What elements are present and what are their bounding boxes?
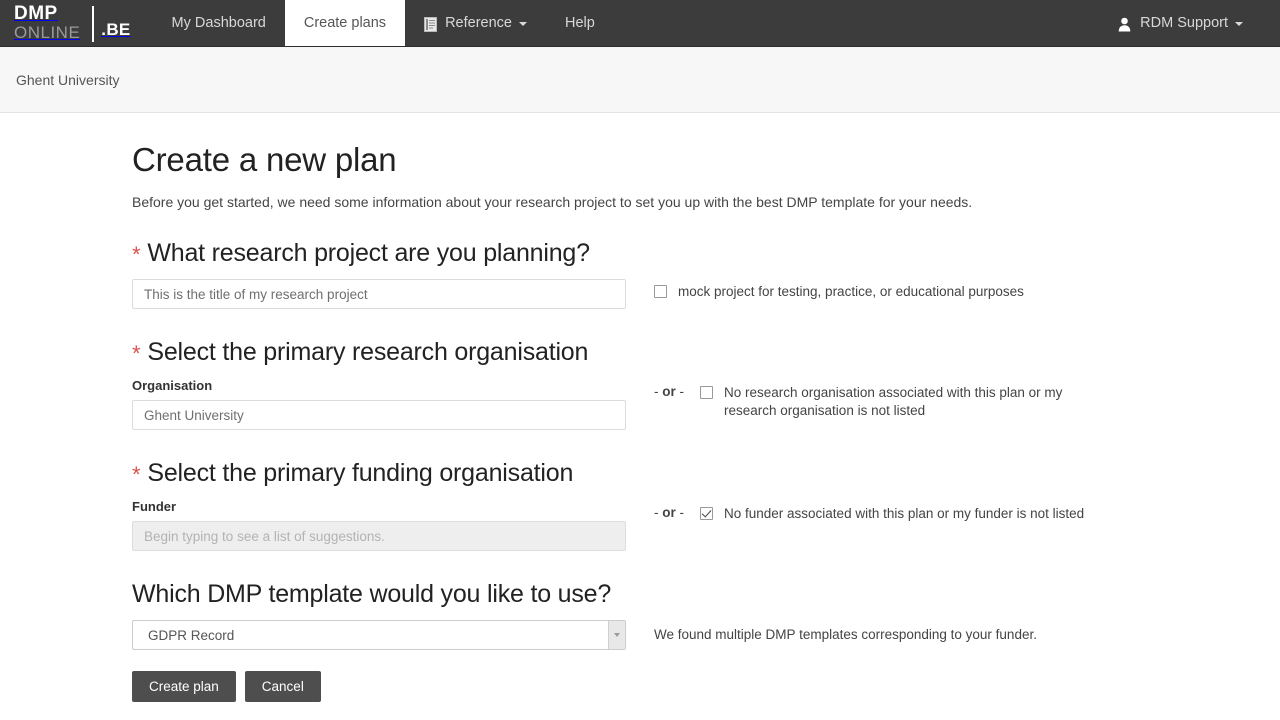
organisation-input[interactable]	[132, 400, 626, 430]
no-organisation-checkbox[interactable]	[700, 386, 713, 399]
logo-online: ONLINE	[14, 23, 81, 42]
template-select-wrap: GDPR Record	[132, 620, 626, 650]
section-heading-organisation: * Select the primary research organisatio…	[132, 338, 1280, 367]
main-content: Create a new plan Before you get started…	[0, 113, 1280, 702]
required-asterisk: *	[132, 242, 141, 267]
organisation-input-col: Organisation	[132, 378, 626, 430]
section-heading-project-text: What research project are you planning?	[147, 239, 590, 267]
funder-or-separator: - or -	[654, 505, 684, 520]
project-mock-option: mock project for testing, practice, or e…	[654, 279, 1024, 301]
nav-label-help: Help	[564, 15, 595, 31]
breadcrumb-item-organisation[interactable]: Ghent University	[16, 72, 119, 88]
template-select-col: GDPR Record	[132, 620, 626, 650]
form-actions: Create plan Cancel	[132, 671, 1280, 702]
required-asterisk: *	[132, 341, 141, 366]
create-plan-button[interactable]: Create plan	[132, 671, 236, 702]
breadcrumb: Ghent University	[0, 47, 1280, 113]
section-heading-organisation-text: Select the primary research organisation	[147, 338, 589, 366]
organisation-or-separator: - or -	[654, 384, 684, 399]
page-title: Create a new plan	[132, 141, 397, 178]
project-input-col	[132, 279, 626, 309]
project-title-input[interactable]	[132, 279, 626, 309]
logo-text: DMP ONLINE	[14, 3, 92, 42]
funder-field-label: Funder	[132, 499, 177, 514]
user-menu-label: RDM Support	[1140, 15, 1228, 31]
chevron-down-icon	[1235, 22, 1243, 26]
funder-or-option: - or - No funder associated with this pl…	[654, 499, 1084, 523]
no-funder-checkbox-label[interactable]: No funder associated with this plan or m…	[724, 505, 1084, 523]
chevron-down-icon	[518, 22, 527, 26]
project-field-row: mock project for testing, practice, or e…	[132, 279, 1280, 309]
user-menu-area: RDM Support	[1099, 0, 1280, 46]
nav-label-reference: Reference	[445, 15, 512, 31]
primary-nav: My Dashboard Create plans Reference Help	[153, 0, 614, 46]
logo-dmp: DMP	[14, 3, 58, 24]
template-helper-text: We found multiple DMP templates correspo…	[654, 627, 1037, 642]
user-menu[interactable]: RDM Support	[1099, 15, 1262, 31]
section-heading-template-text: Which DMP template would you like to use…	[132, 580, 612, 608]
logo-be: .BE	[101, 20, 131, 39]
mock-project-checkbox[interactable]	[654, 285, 667, 298]
section-heading-funder-text: Select the primary funding organisation	[147, 459, 574, 487]
page-intro-text: Before you get started, we need some inf…	[132, 194, 973, 210]
no-organisation-checkbox-group[interactable]: No research organisation associated with…	[700, 384, 1094, 420]
required-asterisk: *	[132, 462, 141, 487]
mock-project-checkbox-group[interactable]: mock project for testing, practice, or e…	[654, 283, 1024, 301]
funder-input-col: Funder	[132, 499, 626, 551]
nav-item-reference[interactable]: Reference	[405, 0, 546, 46]
no-funder-checkbox[interactable]	[700, 507, 713, 520]
template-select[interactable]: GDPR Record	[132, 620, 626, 650]
nav-item-create-plans[interactable]: Create plans	[284, 0, 406, 46]
nav-label-my-dashboard: My Dashboard	[171, 15, 266, 31]
nav-item-my-dashboard[interactable]: My Dashboard	[153, 0, 285, 46]
funder-field-row: Funder - or - No funder associated with …	[132, 499, 1280, 551]
no-funder-checkbox-group[interactable]: No funder associated with this plan or m…	[700, 505, 1084, 523]
section-heading-project: * What research project are you planning?	[132, 239, 1280, 268]
template-field-row: GDPR Record We found multiple DMP templa…	[132, 620, 1280, 650]
organisation-or-option: - or - No research organisation associat…	[654, 378, 1094, 420]
organisation-field-row: Organisation - or - No research organisa…	[132, 378, 1280, 430]
book-icon	[424, 16, 438, 32]
nav-label-create-plans: Create plans	[303, 15, 387, 31]
site-logo[interactable]: DMP ONLINE .BE	[0, 0, 131, 47]
funder-input[interactable]	[132, 521, 626, 551]
section-heading-funder: * Select the primary funding organisation	[132, 459, 1280, 488]
cancel-button[interactable]: Cancel	[244, 671, 321, 702]
mock-project-checkbox-label[interactable]: mock project for testing, practice, or e…	[678, 283, 1024, 301]
organisation-field-label: Organisation	[132, 378, 213, 393]
no-organisation-checkbox-label[interactable]: No research organisation associated with…	[724, 384, 1094, 420]
nav-item-help[interactable]: Help	[546, 0, 614, 46]
section-heading-template: Which DMP template would you like to use…	[132, 580, 1280, 609]
user-icon	[1118, 17, 1131, 32]
top-navbar: DMP ONLINE .BE My Dashboard Create plans	[0, 0, 1280, 47]
